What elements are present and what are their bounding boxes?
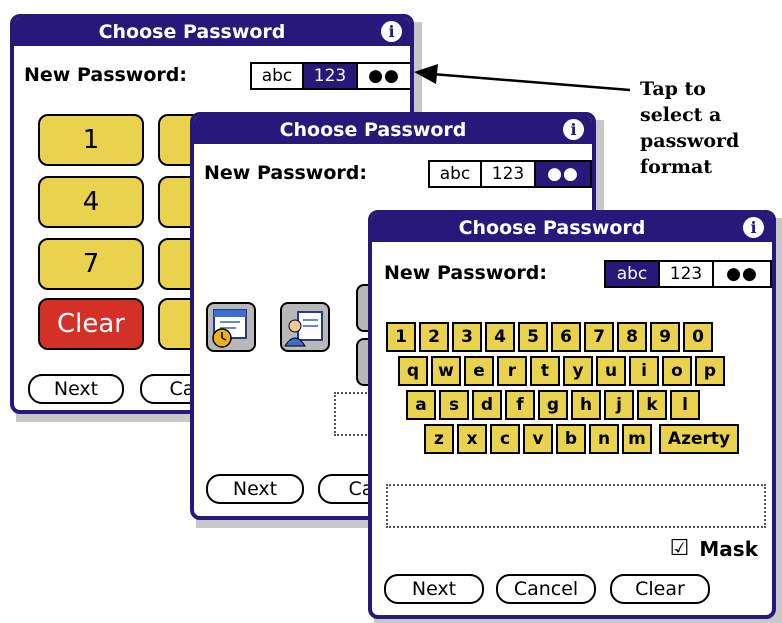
callout-line: password [640, 130, 740, 152]
key-i[interactable]: i [629, 356, 659, 386]
key-b[interactable]: b [556, 424, 586, 454]
clear-key[interactable]: Clear [38, 298, 144, 350]
key-x[interactable]: x [457, 424, 487, 454]
key-2[interactable]: 2 [419, 322, 449, 352]
title-bar: Choose Password i [372, 214, 772, 242]
format-123[interactable]: 123 [304, 64, 358, 88]
key-e[interactable]: e [464, 356, 494, 386]
azerty-key[interactable]: Azerty [659, 424, 739, 454]
dialog-title: Choose Password [458, 217, 646, 239]
key-1[interactable]: 1 [38, 114, 144, 166]
password-format-selector: abc 123 ●● [428, 160, 592, 188]
callout-arrow [414, 64, 631, 92]
key-c[interactable]: c [490, 424, 520, 454]
key-q[interactable]: q [398, 356, 428, 386]
key-5[interactable]: 5 [518, 322, 548, 352]
key-7[interactable]: 7 [38, 238, 144, 290]
cancel-button[interactable]: Cancel [496, 574, 596, 604]
format-mask[interactable]: ●● [358, 64, 410, 88]
key-o[interactable]: o [662, 356, 692, 386]
key-3[interactable]: 3 [452, 322, 482, 352]
dialog-front: Choose Password i New Password: abc 123 … [368, 210, 776, 619]
title-bar: Choose Password i [194, 116, 592, 144]
info-icon[interactable]: i [743, 217, 764, 238]
key-v[interactable]: v [523, 424, 553, 454]
info-icon[interactable]: i [381, 21, 402, 42]
key-g[interactable]: g [538, 390, 568, 420]
key-f[interactable]: f [505, 390, 535, 420]
key-6[interactable]: 6 [551, 322, 581, 352]
format-abc[interactable]: abc [430, 162, 482, 186]
key-j[interactable]: j [604, 390, 634, 420]
format-123[interactable]: 123 [482, 162, 536, 186]
callout-line: format [640, 156, 713, 178]
key-r[interactable]: r [497, 356, 527, 386]
mask-checkbox[interactable]: ☑ Mask [670, 536, 758, 561]
new-password-label: New Password: [24, 64, 187, 86]
key-t[interactable]: t [530, 356, 560, 386]
key-z[interactable]: z [424, 424, 454, 454]
info-icon[interactable]: i [563, 119, 584, 140]
format-mask[interactable]: ●● [536, 162, 590, 186]
clear-button[interactable]: Clear [610, 574, 710, 604]
key-m[interactable]: m [622, 424, 652, 454]
key-u[interactable]: u [596, 356, 626, 386]
key-4[interactable]: 4 [38, 176, 144, 228]
key-7[interactable]: 7 [584, 322, 614, 352]
password-field[interactable] [386, 484, 766, 528]
callout-line: select a [640, 104, 722, 126]
key-0[interactable]: 0 [683, 322, 713, 352]
password-format-selector: abc 123 ●● [604, 260, 772, 288]
next-button[interactable]: Next [28, 374, 124, 404]
key-k[interactable]: k [637, 390, 667, 420]
new-password-label: New Password: [384, 262, 547, 284]
next-button[interactable]: Next [206, 474, 304, 504]
key-h[interactable]: h [571, 390, 601, 420]
key-p[interactable]: p [695, 356, 725, 386]
key-l[interactable]: l [670, 390, 700, 420]
callout-text: Tap to select a password format [640, 76, 739, 180]
format-123[interactable]: 123 [660, 262, 714, 286]
contact-card-icon[interactable] [280, 302, 330, 352]
key-9[interactable]: 9 [650, 322, 680, 352]
checkbox-icon[interactable]: ☑ [670, 536, 690, 561]
calendar-clock-icon[interactable] [206, 302, 256, 352]
dialog-title: Choose Password [98, 21, 286, 43]
mask-label: Mask [699, 536, 758, 561]
callout-line: Tap to [640, 78, 706, 100]
key-d[interactable]: d [472, 390, 502, 420]
format-abc[interactable]: abc [252, 64, 304, 88]
format-abc[interactable]: abc [606, 262, 660, 286]
key-s[interactable]: s [439, 390, 469, 420]
format-mask[interactable]: ●● [714, 262, 770, 286]
next-button[interactable]: Next [384, 574, 484, 604]
new-password-label: New Password: [204, 162, 367, 184]
key-8[interactable]: 8 [617, 322, 647, 352]
key-y[interactable]: y [563, 356, 593, 386]
key-w[interactable]: w [431, 356, 461, 386]
title-bar: Choose Password i [14, 18, 410, 46]
dialog-title: Choose Password [279, 119, 467, 141]
key-4[interactable]: 4 [485, 322, 515, 352]
key-n[interactable]: n [589, 424, 619, 454]
key-1[interactable]: 1 [386, 322, 416, 352]
key-a[interactable]: a [406, 390, 436, 420]
password-format-selector: abc 123 ●● [250, 62, 410, 90]
